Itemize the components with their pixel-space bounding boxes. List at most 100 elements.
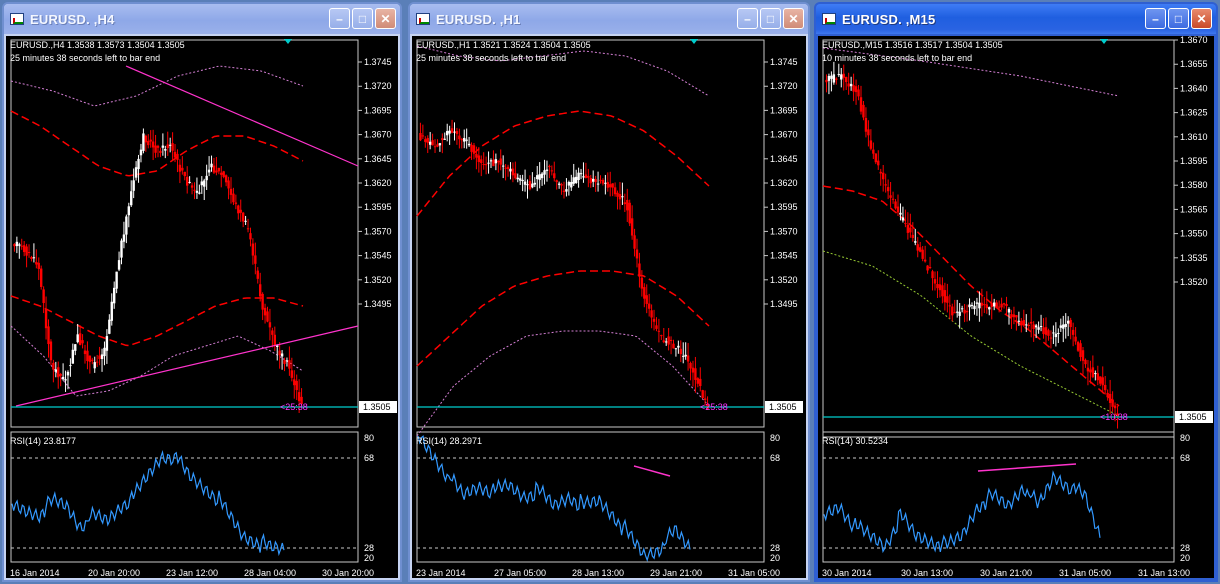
candle-body xyxy=(941,285,944,297)
title-bar[interactable]: EURUSD. ,H4 – □ ✕ xyxy=(4,4,400,34)
candle-body xyxy=(616,192,619,197)
maximize-button[interactable]: □ xyxy=(1168,8,1189,29)
minimize-button[interactable]: – xyxy=(1145,8,1166,29)
candle-body xyxy=(173,151,177,158)
price-chart[interactable]: 1.3745 1.3720 1.3695 1.3670 1.3645 1.3620 1.35… xyxy=(6,36,402,582)
title-bar[interactable]: EURUSD. ,H1 – □ ✕ xyxy=(410,4,808,34)
candle-body xyxy=(1000,303,1003,308)
price-tick-label: 1.3520 xyxy=(770,275,798,285)
candle-body xyxy=(1030,321,1033,324)
candle-body xyxy=(266,311,269,322)
candle-body xyxy=(689,362,692,369)
candle-body xyxy=(643,287,646,299)
candle-body xyxy=(113,287,116,304)
price-tick-label: 1.3745 xyxy=(364,57,392,67)
candle-body xyxy=(694,368,697,380)
candle-body xyxy=(421,135,425,137)
candle-body xyxy=(538,174,541,180)
close-button[interactable]: ✕ xyxy=(1191,8,1212,29)
candle-body xyxy=(472,145,476,154)
candle-body xyxy=(1101,377,1104,386)
candle-body xyxy=(557,183,561,185)
time-tick-label: 23 Jan 12:00 xyxy=(166,568,218,578)
candle-body xyxy=(1113,405,1117,409)
candle-body xyxy=(59,373,62,376)
candle-body xyxy=(859,97,863,112)
candle-body xyxy=(832,74,836,83)
candle-body xyxy=(86,350,89,361)
candle-body xyxy=(283,360,286,364)
candle-body xyxy=(49,341,53,361)
price-chart[interactable]: 1.3745 1.3720 1.3695 1.3670 1.3645 1.3620 1.35… xyxy=(412,36,810,582)
candle-body xyxy=(1017,320,1021,322)
candle-body xyxy=(613,187,617,195)
candle-body xyxy=(280,353,284,357)
candle-body xyxy=(1032,324,1035,330)
title-bar[interactable]: EURUSD. ,M15 – □ ✕ xyxy=(816,4,1216,34)
price-tick-label: 1.3570 xyxy=(364,226,392,236)
price-tick-label: 1.3595 xyxy=(1180,156,1208,166)
candle-body xyxy=(1005,304,1008,307)
candle-body xyxy=(44,308,48,329)
maximize-button[interactable]: □ xyxy=(760,8,781,29)
candle-body xyxy=(103,347,106,357)
candle-body xyxy=(117,260,121,270)
desktop: EURUSD. ,H4 – □ ✕ 1.3745 1.3720 1.3695 1.36… xyxy=(0,0,1220,584)
candle-body xyxy=(599,179,602,181)
candle-body xyxy=(27,252,31,254)
candle-body xyxy=(57,367,60,378)
candle-body xyxy=(582,176,585,178)
close-button[interactable]: ✕ xyxy=(375,8,396,29)
candle-body xyxy=(528,181,532,190)
minimize-button[interactable]: – xyxy=(329,8,350,29)
chart-area[interactable]: 1.3745 1.3720 1.3695 1.3670 1.3645 1.3620 1.35… xyxy=(6,36,398,578)
candle-body xyxy=(914,241,917,243)
candle-body xyxy=(122,234,126,242)
candle-body xyxy=(1010,314,1013,318)
time-tick-label: 31 Jan 05:00 xyxy=(728,568,780,578)
candle-body xyxy=(1007,309,1011,313)
window-title: EURUSD. ,H1 xyxy=(436,11,521,27)
candle-body xyxy=(224,175,228,183)
candle-body xyxy=(20,245,23,247)
candle-body xyxy=(606,182,609,188)
candle-body xyxy=(874,153,877,163)
candle-body xyxy=(550,170,554,172)
price-tick-label: 1.3640 xyxy=(1180,83,1208,93)
candle-body xyxy=(531,183,534,188)
candle-body xyxy=(672,343,675,349)
candle-body xyxy=(1099,376,1102,384)
chart-area[interactable]: 1.3670 1.3655 1.3640 1.3625 1.3610 1.3595 1.35… xyxy=(818,36,1214,578)
candle-body xyxy=(877,160,880,166)
rsi-plot-frame xyxy=(416,431,765,563)
price-tick-label: 1.3625 xyxy=(1180,108,1208,118)
price-tick-label: 1.3720 xyxy=(770,81,798,91)
lower-envelope xyxy=(10,295,304,347)
close-button[interactable]: ✕ xyxy=(783,8,804,29)
chart-window-h1[interactable]: EURUSD. ,H1 – □ ✕ 1.3745 1.3720 1.3695 1.36… xyxy=(408,2,810,582)
candle-body xyxy=(487,162,490,164)
price-chart[interactable]: 1.3670 1.3655 1.3640 1.3625 1.3610 1.3595 1.35… xyxy=(818,36,1218,582)
candle-body xyxy=(489,160,493,162)
chart-area[interactable]: 1.3745 1.3720 1.3695 1.3670 1.3645 1.3620 1.35… xyxy=(412,36,806,578)
candle-body xyxy=(110,301,113,321)
chart-window-h4[interactable]: EURUSD. ,H4 – □ ✕ 1.3745 1.3720 1.3695 1.36… xyxy=(2,2,402,582)
candle-body xyxy=(42,289,45,303)
time-tick-label: 30 Jan 2014 xyxy=(822,568,872,578)
chart-window-m15[interactable]: EURUSD. ,M15 – □ ✕ 1.3670 1.3655 1.3640 1.3… xyxy=(814,2,1218,582)
candle-body xyxy=(511,168,515,176)
candle-body xyxy=(628,202,631,224)
minimize-button[interactable]: – xyxy=(737,8,758,29)
candle-body xyxy=(1069,319,1072,328)
upper-envelope xyxy=(10,110,304,177)
candle-body xyxy=(611,183,614,188)
candle-body xyxy=(572,177,575,184)
lower-envelope xyxy=(822,250,1120,417)
maximize-button[interactable]: □ xyxy=(352,8,373,29)
time-tick-label: 31 Jan 13:00 xyxy=(1138,568,1190,578)
candle-body xyxy=(460,139,463,141)
candle-body xyxy=(144,135,148,143)
rsi-indicator-label: RSI(14) 23.8177 xyxy=(10,436,77,446)
candle-body xyxy=(431,140,434,146)
candle-body xyxy=(1012,314,1016,318)
